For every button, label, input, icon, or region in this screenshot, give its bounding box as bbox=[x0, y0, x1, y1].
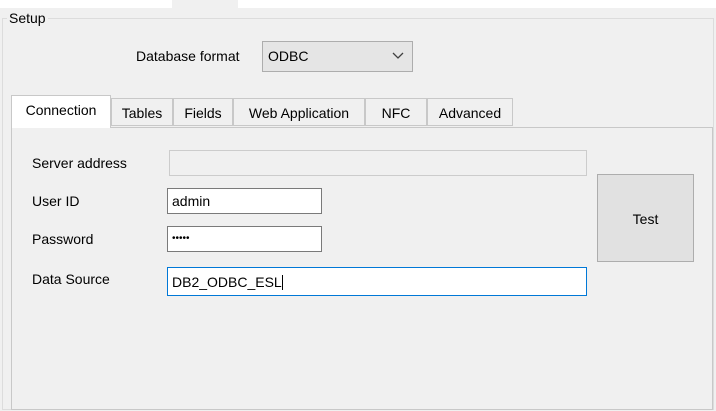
database-format-value: ODBC bbox=[268, 48, 309, 64]
database-format-label: Database format bbox=[136, 48, 240, 64]
user-id-label: User ID bbox=[32, 193, 80, 209]
tab-advanced[interactable]: Advanced bbox=[427, 98, 513, 126]
user-id-input[interactable]: admin bbox=[167, 188, 322, 214]
top-strip-gap bbox=[172, 0, 238, 8]
data-source-label: Data Source bbox=[32, 271, 110, 287]
server-address-label: Server address bbox=[32, 155, 127, 171]
server-address-input[interactable] bbox=[169, 150, 587, 176]
database-format-select[interactable]: ODBC bbox=[262, 41, 413, 72]
password-label: Password bbox=[32, 231, 94, 247]
setup-group-label: Setup bbox=[7, 10, 48, 26]
tab-fields[interactable]: Fields bbox=[173, 98, 233, 126]
text-caret bbox=[281, 275, 283, 290]
top-strip bbox=[0, 0, 716, 8]
tab-connection[interactable]: Connection bbox=[11, 95, 111, 128]
data-source-input[interactable]: DB2_ODBC_ESL bbox=[167, 267, 587, 296]
chevron-down-icon bbox=[392, 52, 404, 59]
tab-tables[interactable]: Tables bbox=[111, 98, 173, 126]
tab-nfc[interactable]: NFC bbox=[365, 98, 427, 126]
password-input[interactable]: ••••• bbox=[167, 226, 322, 252]
test-button[interactable]: Test bbox=[597, 174, 694, 262]
data-source-value: DB2_ODBC_ESL bbox=[172, 274, 282, 290]
tab-web-application[interactable]: Web Application bbox=[233, 98, 365, 126]
